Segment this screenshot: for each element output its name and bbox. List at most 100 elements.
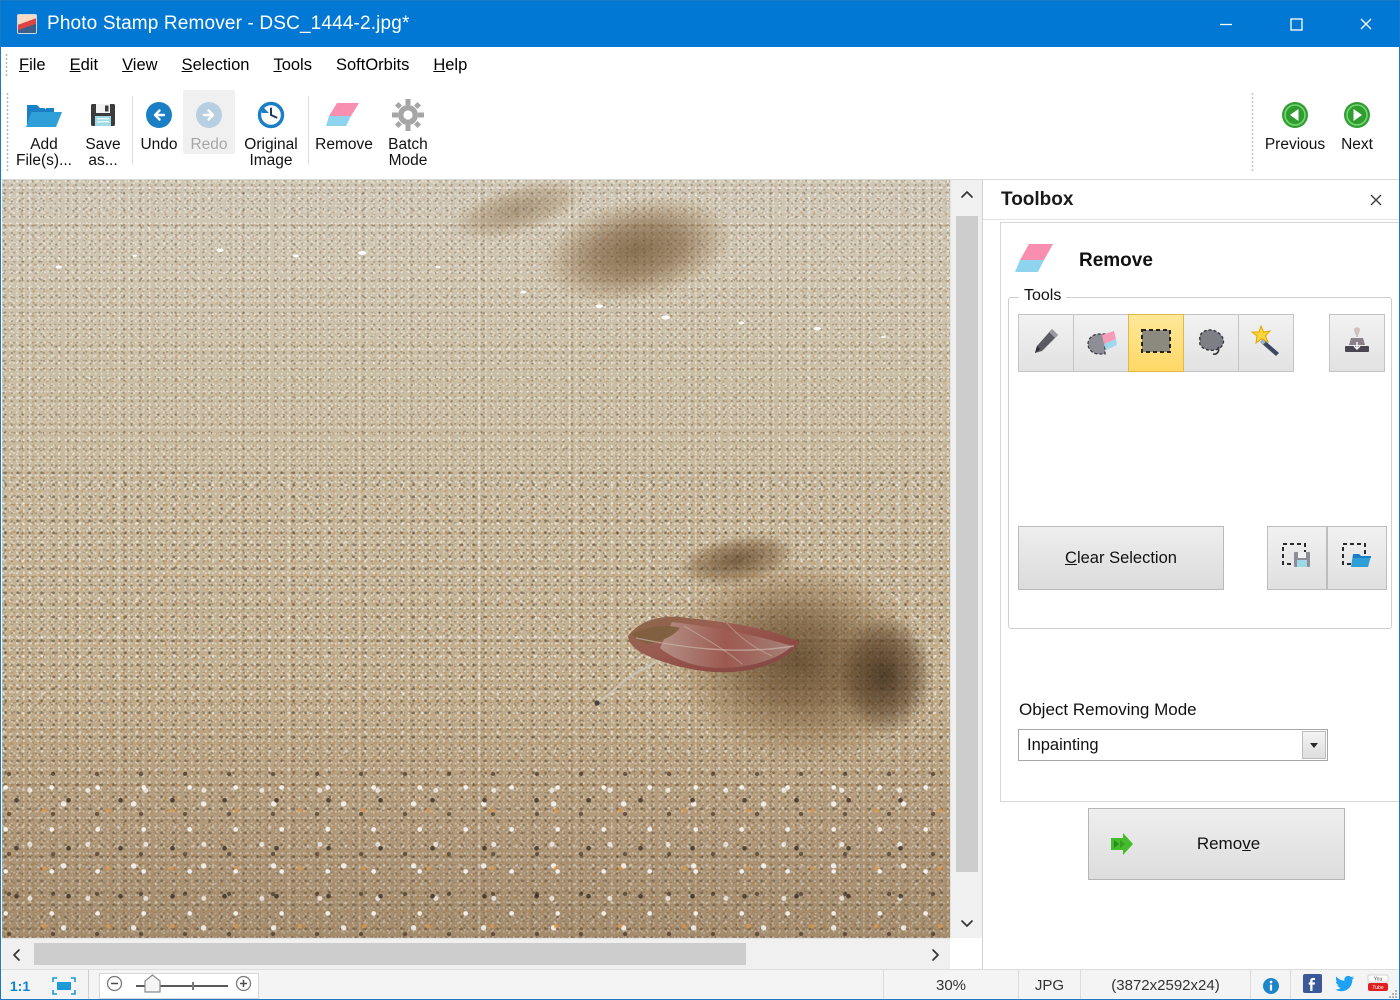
chevron-left-icon[interactable] xyxy=(2,939,32,970)
menu-item-help[interactable]: Help xyxy=(421,52,479,79)
toolbox-header: Toolbox xyxy=(983,180,1399,220)
tool-stamp-button[interactable] xyxy=(1329,314,1385,372)
open-folder-icon xyxy=(24,95,64,135)
redo-button[interactable]: Redo xyxy=(183,90,235,155)
zoom-in-icon[interactable] xyxy=(235,975,252,997)
twitter-icon[interactable] xyxy=(1334,974,1355,997)
image-format-value: JPG xyxy=(1019,969,1081,999)
remove-section-title: Remove xyxy=(1079,250,1153,271)
tool-rectangle-select-button[interactable] xyxy=(1128,314,1184,372)
redo-label: Redo xyxy=(190,136,228,153)
eraser-icon xyxy=(325,95,363,135)
menu-bar: File Edit View Selection Tools SoftOrbit… xyxy=(1,47,1399,84)
green-right-arrow-icon xyxy=(1340,95,1374,135)
remove-section-header: Remove xyxy=(1001,223,1399,285)
window-title: Photo Stamp Remover - DSC_1444-2.jpg* xyxy=(47,13,410,34)
next-label: Next xyxy=(1341,136,1373,153)
add-files-button[interactable]: Add File(s)... xyxy=(11,90,77,171)
save-as-button[interactable]: Save as... xyxy=(77,90,129,171)
toolbar-separator-2 xyxy=(308,96,309,164)
clear-selection-label: Clear Selection xyxy=(1065,548,1177,567)
chevron-down-icon[interactable] xyxy=(951,908,983,938)
tool-magic-wand-button[interactable] xyxy=(1238,314,1294,372)
previous-button[interactable]: Previous xyxy=(1259,90,1331,154)
toolbar-separator xyxy=(132,96,133,164)
remove-action-button[interactable]: Remove xyxy=(1088,808,1345,880)
object-removing-mode-label: Object Removing Mode xyxy=(1019,700,1197,719)
original-image-button[interactable]: Original Image xyxy=(235,90,307,171)
object-removing-mode-select[interactable]: Inpainting xyxy=(1018,729,1328,761)
svg-text:You: You xyxy=(1374,976,1383,982)
image-dimensions-value: (3872x2592x24) xyxy=(1081,969,1251,999)
vertical-scrollbar-thumb[interactable] xyxy=(956,216,978,872)
load-selection-button[interactable] xyxy=(1327,526,1387,590)
tool-marker-button[interactable] xyxy=(1018,314,1074,372)
app-photo-icon xyxy=(17,14,37,34)
pebble-layer xyxy=(2,758,950,938)
close-icon[interactable] xyxy=(1362,186,1390,214)
previous-label: Previous xyxy=(1264,136,1326,153)
status-spacer xyxy=(259,969,884,999)
canvas-vertical-scrollbar[interactable] xyxy=(950,180,982,938)
close-button[interactable] xyxy=(1331,1,1399,47)
save-as-label: Save as... xyxy=(85,136,121,170)
chevron-right-icon[interactable] xyxy=(920,939,950,970)
menu-item-file[interactable]: File xyxy=(7,52,58,79)
menu-item-tools[interactable]: Tools xyxy=(261,52,324,79)
window-controls xyxy=(1191,1,1399,47)
status-bar: 1:1 30% JPG (3872x2592x24) You Tube xyxy=(1,969,1399,1000)
info-icon[interactable] xyxy=(1251,969,1291,999)
save-selection-button[interactable] xyxy=(1267,526,1327,590)
stamp-icon xyxy=(1341,325,1373,362)
facebook-icon[interactable] xyxy=(1303,974,1323,997)
next-button[interactable]: Next xyxy=(1331,90,1383,154)
batch-mode-button[interactable]: Batch Mode xyxy=(377,90,439,171)
chevron-down-icon[interactable] xyxy=(1302,731,1326,759)
save-selection-icon xyxy=(1280,541,1314,576)
zoom-ratio-button[interactable]: 1:1 xyxy=(1,970,39,1000)
zoom-slider-handle[interactable] xyxy=(144,973,161,998)
minimize-button[interactable] xyxy=(1191,1,1261,47)
photo-sand-with-leaf xyxy=(2,180,950,938)
canvas-horizontal-scrollbar[interactable] xyxy=(2,938,950,969)
social-links: You Tube xyxy=(1291,970,1399,1000)
floppy-disk-icon xyxy=(87,95,119,135)
image-canvas[interactable] xyxy=(2,180,950,938)
object-removing-mode-value: Inpainting xyxy=(1027,735,1099,754)
undo-button[interactable]: Undo xyxy=(135,90,183,154)
original-image-label: Original Image xyxy=(244,136,298,170)
toolbox-title: Toolbox xyxy=(1001,188,1074,210)
menu-item-edit[interactable]: Edit xyxy=(58,52,110,79)
remove-toolbar-button[interactable]: Remove xyxy=(311,90,377,154)
clear-selection-button[interactable]: Clear Selection xyxy=(1018,526,1224,590)
remove-action-label: Remove xyxy=(1196,834,1261,853)
gear-icon xyxy=(391,95,425,135)
tool-lasso-button[interactable] xyxy=(1183,314,1239,372)
remove-toolbar-label: Remove xyxy=(315,136,373,153)
horizontal-scrollbar-thumb[interactable] xyxy=(34,943,746,965)
load-selection-icon xyxy=(1340,541,1374,576)
main-toolbar: Add File(s)... Save as... Undo Redo Orig… xyxy=(1,84,1399,246)
tools-groupbox-label: Tools xyxy=(1019,287,1067,305)
tool-eraser-button[interactable] xyxy=(1073,314,1129,372)
dry-leaf xyxy=(614,612,814,692)
zoom-out-icon[interactable] xyxy=(106,975,123,997)
youtube-icon[interactable]: You Tube xyxy=(1367,974,1389,997)
toolbox-panel: Toolbox Remove Tools Clear Selection Obj… xyxy=(982,180,1399,969)
green-left-arrow-icon xyxy=(1278,95,1312,135)
menu-item-view[interactable]: View xyxy=(110,52,169,79)
chevron-up-icon[interactable] xyxy=(951,180,983,210)
undo-arrow-icon xyxy=(142,95,176,135)
batch-mode-label: Batch Mode xyxy=(388,136,428,170)
rectangle-select-icon xyxy=(1139,327,1173,360)
menu-item-softorbits[interactable]: SoftOrbits xyxy=(324,52,421,79)
toolbar-right-grip xyxy=(1251,92,1254,172)
zoom-slider[interactable] xyxy=(99,972,259,999)
maximize-button[interactable] xyxy=(1261,1,1331,47)
menu-item-selection[interactable]: Selection xyxy=(170,52,262,79)
remove-tool-card: Remove Tools Clear Selection Object Remo… xyxy=(1000,222,1399,880)
magic-wand-icon xyxy=(1249,324,1283,363)
window-resize-grip[interactable] xyxy=(1387,987,1399,999)
svg-text:Tube: Tube xyxy=(1372,985,1383,991)
fit-to-window-icon[interactable] xyxy=(39,969,89,999)
